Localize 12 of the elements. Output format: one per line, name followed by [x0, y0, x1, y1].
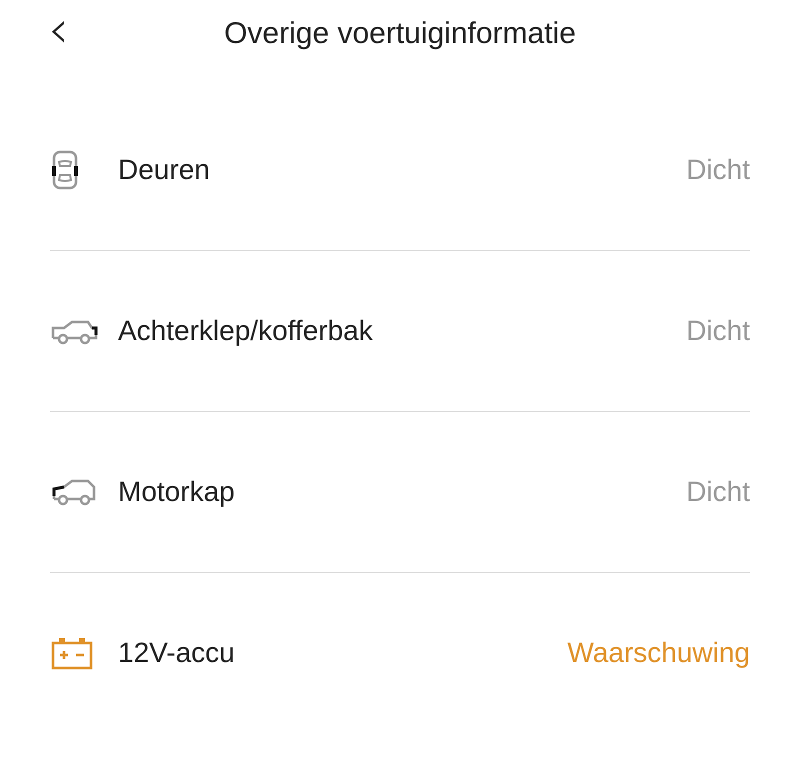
item-label: 12V-accu — [118, 637, 236, 669]
battery-icon — [50, 636, 94, 670]
item-label: Deuren — [118, 154, 211, 186]
car-top-view-icon — [50, 150, 80, 190]
item-label: Achterklep/kofferbak — [118, 315, 374, 347]
page-title: Overige voertuiginformatie — [224, 17, 576, 51]
status-text: Dicht — [686, 315, 750, 347]
back-button[interactable]: ‹ — [38, 8, 79, 52]
status-text: Waarschuwing — [567, 637, 750, 669]
status-text: Dicht — [686, 154, 750, 186]
item-label: Motorkap — [118, 476, 236, 508]
status-text: Dicht — [686, 476, 750, 508]
